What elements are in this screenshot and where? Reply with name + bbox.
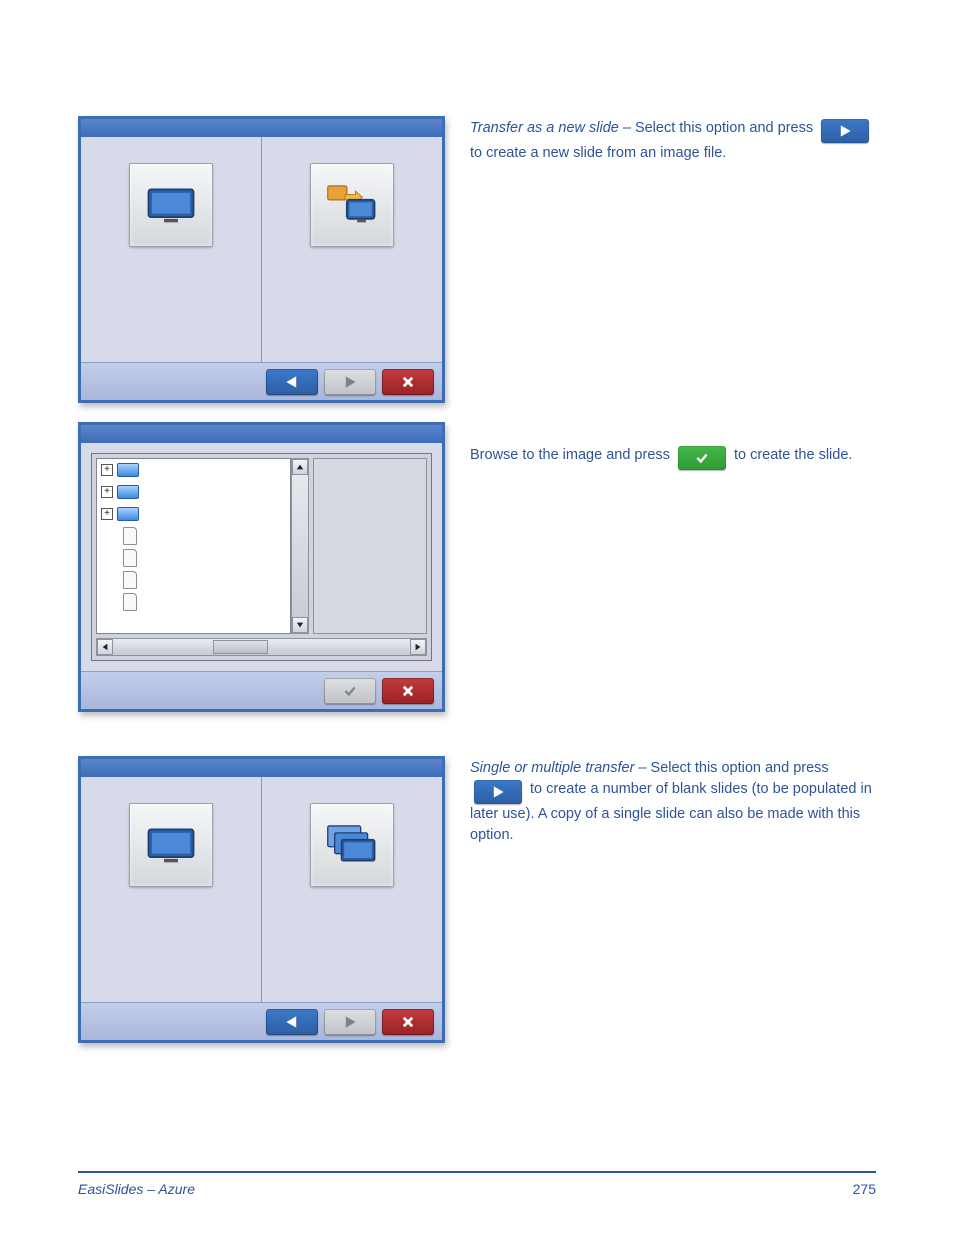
option-single-slide[interactable] (129, 803, 213, 887)
step-1-trail: to create a new slide from an image file… (470, 145, 726, 161)
vertical-scrollbar[interactable] (291, 458, 309, 634)
step-2-body: Browse to the image and press (470, 447, 674, 463)
title-bar (81, 759, 442, 777)
previous-button[interactable] (266, 369, 318, 395)
monitor-icon (145, 824, 197, 866)
title-bar (81, 425, 442, 443)
step-1-body: Select this option and press (631, 120, 817, 136)
page-number: 275 (853, 1181, 876, 1197)
folder-icon (117, 463, 139, 477)
scroll-right-icon[interactable] (410, 639, 426, 655)
footer-title: EasiSlides – Azure (78, 1181, 195, 1197)
instruction-step-2: Browse to the image and press to create … (470, 445, 880, 470)
file-icon[interactable] (123, 593, 137, 611)
instruction-step-3: Single or multiple transfer – Select thi… (470, 758, 880, 846)
option-transfer-from-file[interactable] (310, 163, 394, 247)
cancel-button[interactable] (382, 1009, 434, 1035)
scroll-left-icon[interactable] (97, 639, 113, 655)
horizontal-scrollbar[interactable] (96, 638, 427, 656)
next-button-disabled (324, 369, 376, 395)
scroll-thumb[interactable] (213, 640, 268, 654)
folder-to-monitor-icon (326, 184, 378, 226)
option-multiple-slides[interactable] (310, 803, 394, 887)
monitor-icon (145, 184, 197, 226)
expand-icon[interactable]: + (101, 464, 113, 476)
cancel-button[interactable] (382, 678, 434, 704)
wizard-panel-single-multiple (78, 756, 445, 1043)
next-icon (474, 780, 522, 804)
folder-icon (117, 507, 139, 521)
file-icon[interactable] (123, 527, 137, 545)
previous-button[interactable] (266, 1009, 318, 1035)
page-footer: EasiSlides – Azure 275 (78, 1171, 876, 1197)
step-2-trail: to create the slide. (730, 447, 853, 463)
wizard-panel-transfer-new-slide (78, 116, 445, 403)
option-blank-monitor[interactable] (129, 163, 213, 247)
preview-pane (313, 458, 427, 634)
folder-icon (117, 485, 139, 499)
monitor-stack-icon (326, 824, 378, 866)
step-3-trail: to create a number of blank slides (to b… (470, 781, 872, 843)
file-icon[interactable] (123, 571, 137, 589)
button-bar (81, 1002, 442, 1040)
step-1-lead: Transfer as a new slide – (470, 120, 631, 136)
scroll-up-icon[interactable] (292, 459, 308, 475)
next-icon (821, 119, 869, 143)
expand-icon[interactable]: + (101, 486, 113, 498)
file-icon[interactable] (123, 549, 137, 567)
button-bar (81, 362, 442, 400)
ok-icon (678, 446, 726, 470)
next-button-disabled (324, 1009, 376, 1035)
cancel-button[interactable] (382, 369, 434, 395)
button-bar (81, 671, 442, 709)
folder-tree[interactable]: + + + (96, 458, 291, 634)
scroll-down-icon[interactable] (292, 617, 308, 633)
expand-icon[interactable]: + (101, 508, 113, 520)
file-browser: + + + (91, 453, 432, 661)
title-bar (81, 119, 442, 137)
instruction-step-1: Transfer as a new slide – Select this op… (470, 118, 880, 164)
step-3-body: Select this option and press (647, 760, 829, 776)
file-browser-panel: + + + (78, 422, 445, 712)
ok-button-disabled (324, 678, 376, 704)
step-3-lead: Single or multiple transfer – (470, 760, 647, 776)
